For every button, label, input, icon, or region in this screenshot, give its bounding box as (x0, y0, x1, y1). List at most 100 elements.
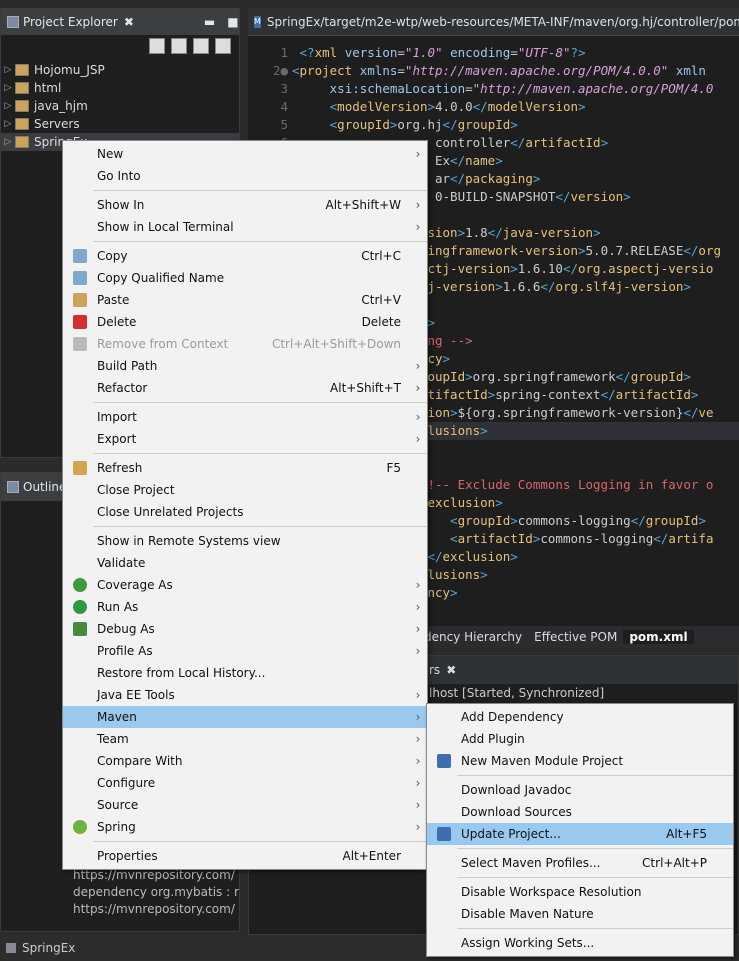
copy-icon (73, 249, 87, 263)
menu-separator (93, 526, 427, 527)
shortcut-label: F5 (386, 461, 401, 475)
project-explorer-icon (7, 16, 19, 28)
link-editor-icon[interactable] (171, 38, 187, 54)
editor-tab[interactable]: M SpringEx/target/m2e-wtp/web-resources/M… (248, 8, 739, 36)
menu-item-import[interactable]: Import › (63, 406, 427, 428)
outline-item[interactable]: https://mvnrepository.com/ (73, 868, 239, 885)
maven-module-icon (437, 754, 451, 768)
menu-separator (93, 453, 427, 454)
outline-item[interactable]: https://mvnrepository.com/ (73, 902, 239, 919)
menu-item-show-in-remote-systems-view[interactable]: Show in Remote Systems view (63, 530, 427, 552)
close-icon[interactable]: ✖ (446, 663, 456, 677)
menu-item-close-project[interactable]: Close Project (63, 479, 427, 501)
submenu-arrow-icon: › (415, 622, 421, 636)
menu-item-properties[interactable]: Properties Alt+Enter (63, 845, 427, 867)
menu-item-coverage-as[interactable]: Coverage As › (63, 574, 427, 596)
project-icon (15, 100, 29, 112)
menu-item-go-into[interactable]: Go Into (63, 165, 427, 187)
menu-item-paste[interactable]: Paste Ctrl+V (63, 289, 427, 311)
menu-item-spring[interactable]: Spring › (63, 816, 427, 838)
tree-item[interactable]: ▷ java_hjm (1, 97, 239, 115)
menu-item-add-dependency[interactable]: Add Dependency (427, 706, 733, 728)
menu-item-show-in[interactable]: Show In Alt+Shift+W › (63, 194, 427, 216)
servers-tab[interactable]: rs (429, 663, 440, 677)
menu-item-label: Compare With (97, 754, 183, 768)
filter-icon[interactable] (193, 38, 209, 54)
menu-item-profile-as[interactable]: Profile As › (63, 640, 427, 662)
menu-item-label: Properties (97, 849, 158, 863)
menu-item-assign-working-sets[interactable]: Assign Working Sets... (427, 932, 733, 954)
menu-item-label: Close Project (97, 483, 175, 497)
menu-item-run-as[interactable]: Run As › (63, 596, 427, 618)
menu-item-refactor[interactable]: Refactor Alt+Shift+T › (63, 377, 427, 399)
outline-item[interactable]: dependency org.mybatis : r (73, 885, 239, 902)
project-explorer-title: Project Explorer (23, 15, 118, 29)
menu-item-refresh[interactable]: Refresh F5 (63, 457, 427, 479)
menu-item-copy-qualified-name[interactable]: Copy Qualified Name (63, 267, 427, 289)
close-icon[interactable]: ✖ (124, 15, 134, 29)
submenu-arrow-icon: › (415, 432, 421, 446)
menu-item-source[interactable]: Source › (63, 794, 427, 816)
tree-item-label: java_hjm (34, 99, 88, 113)
tree-item[interactable]: ▷ Hojomu_JSP (1, 61, 239, 79)
shortcut-label: Alt+Shift+W (325, 198, 402, 212)
menu-item-close-unrelated-projects[interactable]: Close Unrelated Projects (63, 501, 427, 523)
menu-item-disable-maven-nature[interactable]: Disable Maven Nature (427, 903, 733, 925)
menu-item-download-sources[interactable]: Download Sources (427, 801, 733, 823)
menu-item-new[interactable]: New › (63, 143, 427, 165)
project-explorer-tab[interactable]: Project Explorer ✖ ▬ ■ (1, 9, 239, 35)
submenu-arrow-icon: › (415, 754, 421, 768)
project-icon (15, 136, 29, 148)
menu-item-java-ee-tools[interactable]: Java EE Tools › (63, 684, 427, 706)
menu-separator (457, 877, 733, 878)
tree-item[interactable]: ▷ html (1, 79, 239, 97)
tree-item-label: Servers (34, 117, 80, 131)
menu-item-label: Disable Workspace Resolution (461, 885, 642, 899)
status-bar-text: SpringEx (22, 941, 76, 955)
menu-item-remove-from-context[interactable]: Remove from Context Ctrl+Alt+Shift+Down (63, 333, 427, 355)
menu-item-label: Coverage As (97, 578, 173, 592)
menu-item-disable-workspace-resolution[interactable]: Disable Workspace Resolution (427, 881, 733, 903)
view-menu-icon[interactable] (215, 38, 231, 54)
menu-item-new-maven-module-project[interactable]: New Maven Module Project (427, 750, 733, 772)
tab-effective-pom[interactable]: Effective POM (528, 630, 623, 644)
menu-item-copy[interactable]: Copy Ctrl+C (63, 245, 427, 267)
menu-item-debug-as[interactable]: Debug As › (63, 618, 427, 640)
folder-icon (15, 118, 29, 130)
menu-item-restore-from-local-history[interactable]: Restore from Local History... (63, 662, 427, 684)
menu-item-show-in-local-terminal[interactable]: Show in Local Terminal › (63, 216, 427, 238)
maven-submenu: Add Dependency Add Plugin New Maven Module… (426, 703, 734, 957)
menu-item-add-plugin[interactable]: Add Plugin (427, 728, 733, 750)
minimize-icon[interactable]: ▬ (204, 15, 215, 29)
shortcut-label: Ctrl+C (361, 249, 401, 263)
menu-item-label: Refactor (97, 381, 148, 395)
submenu-arrow-icon: › (415, 220, 421, 234)
maven-file-icon: M (254, 15, 261, 28)
menu-item-compare-with[interactable]: Compare With › (63, 750, 427, 772)
menu-item-configure[interactable]: Configure › (63, 772, 427, 794)
submenu-arrow-icon: › (415, 198, 421, 212)
menu-item-select-maven-profiles[interactable]: Select Maven Profiles... Ctrl+Alt+P (427, 852, 733, 874)
submenu-arrow-icon: › (415, 798, 421, 812)
tree-item-label: Hojomu_JSP (34, 63, 105, 77)
menu-item-maven[interactable]: Maven › (63, 706, 427, 728)
collapse-all-icon[interactable] (149, 38, 165, 54)
tree-item-label: html (34, 81, 62, 95)
maximize-icon[interactable]: ■ (227, 15, 238, 29)
menu-item-label: Go Into (97, 169, 141, 183)
menu-item-label: Spring (97, 820, 136, 834)
tree-item[interactable]: ▷ Servers (1, 115, 239, 133)
menu-item-validate[interactable]: Validate (63, 552, 427, 574)
menu-item-team[interactable]: Team › (63, 728, 427, 750)
tab-dependency-hierarchy[interactable]: dency Hierarchy (418, 630, 528, 644)
menu-item-label: Java EE Tools (97, 688, 175, 702)
menu-item-download-javadoc[interactable]: Download Javadoc (427, 779, 733, 801)
menu-item-label: Export (97, 432, 137, 446)
menu-item-delete[interactable]: Delete Delete (63, 311, 427, 333)
menu-item-export[interactable]: Export › (63, 428, 427, 450)
menu-item-build-path[interactable]: Build Path › (63, 355, 427, 377)
menu-item-label: Build Path (97, 359, 158, 373)
menu-separator (457, 775, 733, 776)
tab-pom-xml[interactable]: pom.xml (623, 630, 694, 644)
menu-item-update-project[interactable]: Update Project... Alt+F5 (427, 823, 733, 845)
